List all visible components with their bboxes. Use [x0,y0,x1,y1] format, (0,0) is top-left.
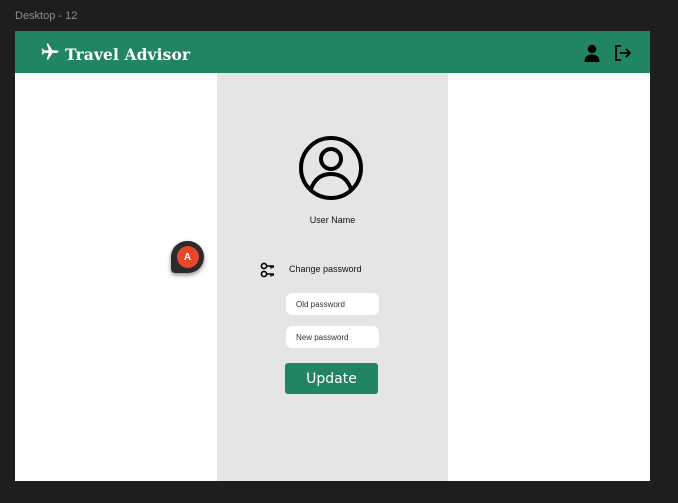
comment-pin[interactable]: A [171,241,204,273]
change-password-label: Change password [289,264,362,274]
user-name: User Name [309,215,356,225]
new-password-field[interactable] [286,326,379,348]
desktop-frame: Travel Advisor User Name Change password… [15,31,650,481]
frame-label: Desktop - 12 [15,10,78,22]
user-circle-icon [298,135,364,201]
brand-title: Travel Advisor [65,44,191,64]
logout-icon[interactable] [613,43,633,63]
airplane-icon [39,42,61,66]
comment-avatar: A [176,246,199,268]
user-icon[interactable] [582,43,602,63]
key-icon [260,262,276,278]
profile-panel: User Name Change password Update [217,73,448,481]
brand[interactable]: Travel Advisor [39,42,190,66]
app-header: Travel Advisor [15,31,650,73]
old-password-field[interactable] [286,293,379,315]
update-button[interactable]: Update [285,363,378,394]
